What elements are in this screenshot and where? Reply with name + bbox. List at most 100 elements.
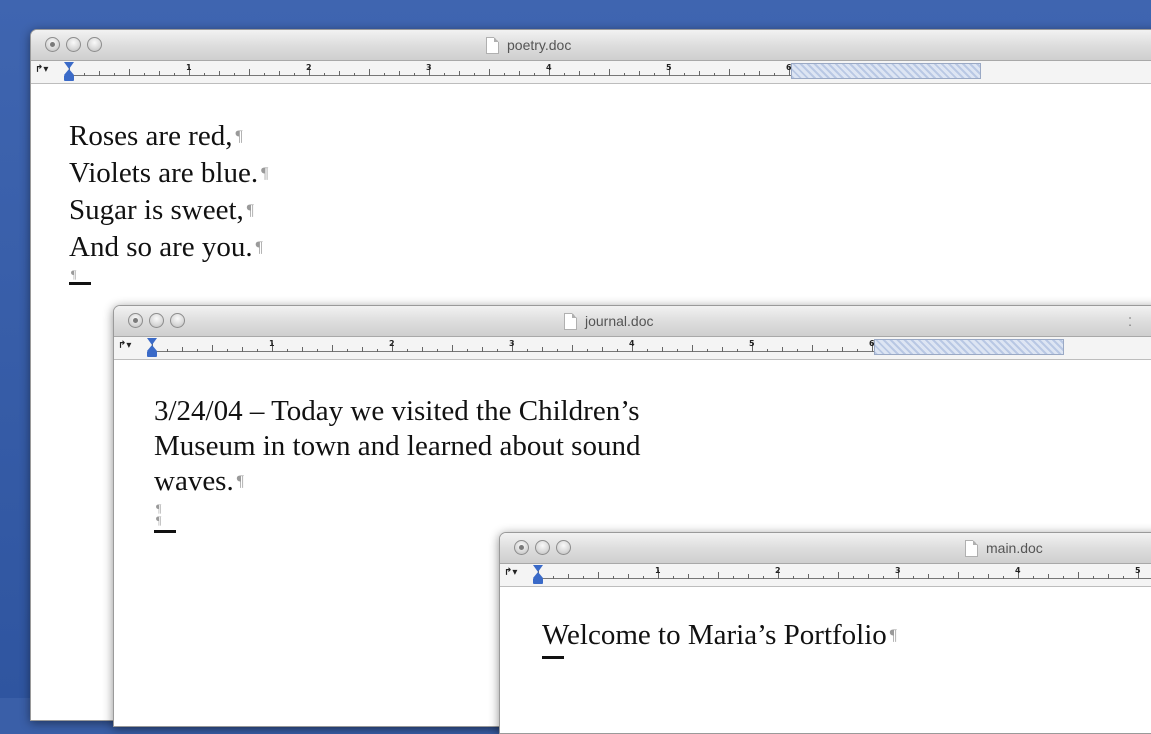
ruler-tick <box>294 73 295 76</box>
zoom-button[interactable] <box>556 540 571 555</box>
document-body-poetry[interactable]: Roses are red, ¶ Violets are blue. ¶ Sugar… <box>69 118 268 286</box>
ruler-tick <box>362 347 363 352</box>
ruler-number: 3 <box>426 63 432 72</box>
ruler-tick <box>399 71 400 76</box>
ruler-number: 3 <box>509 339 515 348</box>
ruler-tick <box>572 345 573 352</box>
ruler-tick <box>808 574 809 579</box>
ruler-tick <box>129 69 130 76</box>
ruler[interactable]: ↱▾ 1234567 <box>114 337 1151 360</box>
toolbar-toggle-icon[interactable]: ⁚ <box>1128 315 1132 329</box>
ruler-number: 4 <box>546 63 552 72</box>
ruler-tick <box>782 347 783 352</box>
ruler-tick <box>868 574 869 579</box>
document-body-main[interactable]: Welcome to Maria’s Portfolio ¶ <box>542 617 897 660</box>
ruler-tick <box>1003 576 1004 579</box>
ruler-tick <box>943 576 944 579</box>
ruler-tick <box>842 347 843 352</box>
ruler-tick <box>377 349 378 352</box>
tab-selector[interactable]: ↱▾ <box>504 567 517 578</box>
ruler-tick <box>264 73 265 76</box>
ruler-tick <box>489 69 490 76</box>
ruler-tick <box>883 576 884 579</box>
tab-selector[interactable]: ↱▾ <box>118 340 131 351</box>
ruler-tick <box>973 576 974 579</box>
titlebar-poetry[interactable]: poetry.doc <box>31 30 1151 61</box>
ruler-number: 1 <box>655 566 661 575</box>
document-icon <box>486 36 499 54</box>
ruler-tick <box>913 576 914 579</box>
desktop: poetry.doc ↱▾ 1234567 Roses are red,¶ Vi… <box>0 0 1151 734</box>
ruler-tick <box>287 349 288 352</box>
ruler-tick <box>722 347 723 352</box>
close-button[interactable] <box>128 313 143 328</box>
minimize-button[interactable] <box>66 37 81 52</box>
ruler-number: 2 <box>389 339 395 348</box>
ruler-tick <box>1063 576 1064 579</box>
ruler-tick <box>242 347 243 352</box>
ruler[interactable]: ↱▾ 1 2 3 4 5 <box>500 564 1151 587</box>
ruler-tick <box>204 73 205 76</box>
titlebar-main[interactable]: main.doc <box>500 533 1151 564</box>
ruler-tick <box>579 71 580 76</box>
window-main[interactable]: main.doc ↱▾ 1 2 3 4 5 Welcome to Maria’s Por… <box>499 532 1151 734</box>
ruler-tick <box>212 345 213 352</box>
window-controls <box>45 37 102 52</box>
ruler-tick <box>407 349 408 352</box>
ruler-tick <box>568 574 569 579</box>
ruler-tick <box>144 73 145 76</box>
ruler-tick <box>812 345 813 352</box>
ruler-tick <box>853 576 854 579</box>
ruler-tick <box>159 71 160 76</box>
window-title-text: journal.doc <box>585 313 654 329</box>
ruler-tick <box>707 349 708 352</box>
minimize-button[interactable] <box>535 540 550 555</box>
ruler-tick <box>497 349 498 352</box>
ruler-tick <box>643 576 644 579</box>
ruler-tick <box>733 576 734 579</box>
close-button[interactable] <box>514 540 529 555</box>
pilcrow-mark: ¶ <box>255 239 263 257</box>
indent-marker[interactable] <box>147 338 157 357</box>
indent-marker[interactable] <box>64 62 74 81</box>
empty-paragraph-mark: ¶ <box>71 267 77 282</box>
ruler-tick <box>354 73 355 76</box>
ruler-tick <box>557 349 558 352</box>
right-margin-area[interactable] <box>791 63 981 79</box>
ruler-baseline <box>538 578 1151 579</box>
ruler-tick <box>688 574 689 579</box>
ruler-tick <box>347 349 348 352</box>
ruler-tick <box>414 73 415 76</box>
titlebar-journal[interactable]: journal.doc ⁚ <box>114 306 1151 337</box>
ruler-number: 4 <box>1015 566 1021 575</box>
ruler-number: 2 <box>775 566 781 575</box>
ruler-tick <box>459 71 460 76</box>
ruler-tick <box>748 574 749 579</box>
ruler[interactable]: ↱▾ 1234567 <box>31 61 1151 84</box>
zoom-button[interactable] <box>87 37 102 52</box>
window-title: journal.doc <box>564 306 654 336</box>
ruler-tick <box>583 576 584 579</box>
ruler-tick <box>1108 574 1109 579</box>
ruler-tick <box>684 73 685 76</box>
ruler-tick <box>763 576 764 579</box>
ruler-number: 3 <box>895 566 901 575</box>
document-body-journal[interactable]: 3/24/04 – Today we visited the Children’… <box>154 394 640 534</box>
zoom-button[interactable] <box>170 313 185 328</box>
close-button[interactable] <box>45 37 60 52</box>
ruler-tick <box>444 73 445 76</box>
indent-marker[interactable] <box>533 565 543 584</box>
ruler-tick <box>527 349 528 352</box>
right-margin-area[interactable] <box>874 339 1064 355</box>
ruler-tick <box>1078 572 1079 579</box>
ruler-tick <box>279 71 280 76</box>
ruler-tick <box>1048 574 1049 579</box>
minimize-button[interactable] <box>149 313 164 328</box>
ruler-number: 2 <box>306 63 312 72</box>
ruler-tick <box>744 73 745 76</box>
text-line: waves. ¶ <box>154 465 244 497</box>
empty-paragraph-mark: ¶ <box>156 501 162 516</box>
ruler-tick <box>553 576 554 579</box>
tab-selector[interactable]: ↱▾ <box>35 64 48 75</box>
ruler-tick <box>699 71 700 76</box>
